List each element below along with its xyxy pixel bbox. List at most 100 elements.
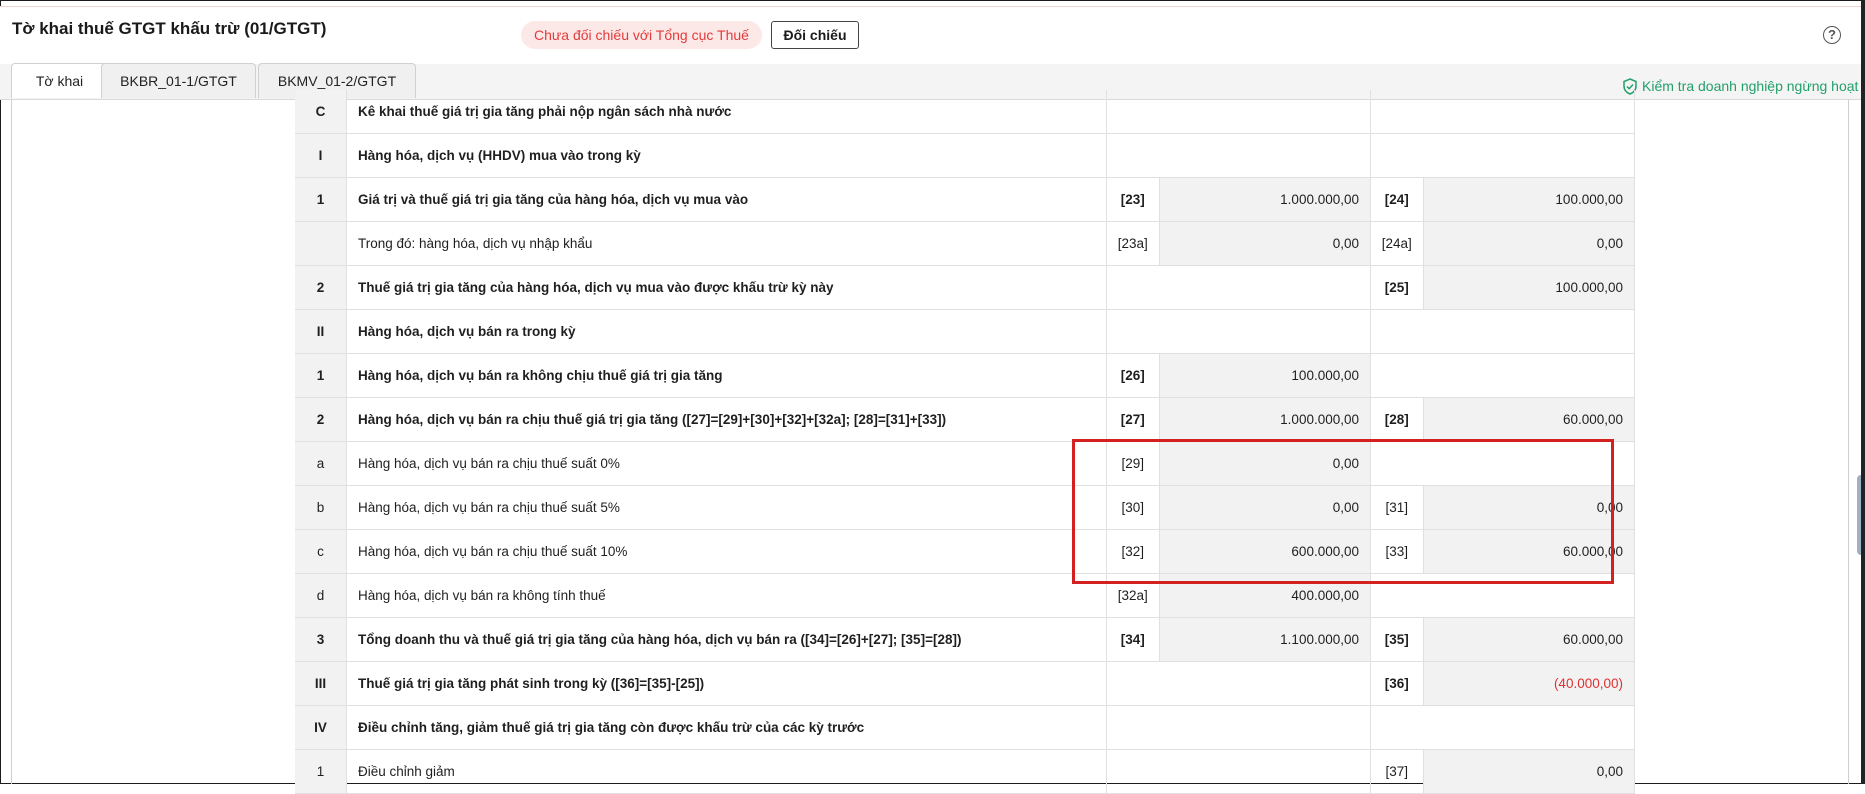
row-number: b	[295, 485, 347, 530]
row-description: Hàng hóa, dịch vụ (HHDV) mua vào trong k…	[346, 133, 1107, 178]
row-code-1: [23a]	[1106, 221, 1159, 266]
row-description: Trong đó: hàng hóa, dịch vụ nhập khẩu	[346, 221, 1107, 266]
row-number	[295, 221, 347, 266]
table-row: 2 Thuế giá trị gia tăng của hàng hóa, dịc…	[295, 265, 1635, 310]
row-code-2: [24a]	[1370, 221, 1423, 266]
row-description: Hàng hóa, dịch vụ bán ra không chịu thuế…	[346, 353, 1107, 398]
table-row: C Kê khai thuế giá trị gia tăng phải nộp …	[295, 90, 1635, 134]
row-number: 1	[295, 749, 347, 794]
row-code-2	[1370, 353, 1423, 398]
row-code-1: [27]	[1106, 397, 1159, 442]
row-description: Hàng hóa, dịch vụ bán ra chịu thuế suất …	[346, 529, 1107, 574]
row-number: 1	[295, 353, 347, 398]
row-value-2	[1423, 309, 1635, 354]
row-description: Thuế giá trị gia tăng của hàng hóa, dịch…	[346, 265, 1107, 310]
content-left-border	[11, 99, 12, 784]
row-code-1	[1106, 133, 1159, 178]
row-value-1	[1159, 705, 1371, 750]
row-value-2[interactable]: 0,00	[1422, 221, 1635, 266]
row-code-2: [36]	[1370, 661, 1423, 706]
page-title: Tờ khai thuế GTGT khấu trừ (01/GTGT)	[12, 19, 327, 38]
tab-to-khai[interactable]: Tờ khai	[11, 63, 108, 98]
row-value-1	[1159, 749, 1371, 794]
row-number: 2	[295, 397, 347, 442]
row-description: Hàng hóa, dịch vụ bán ra chịu thuế giá t…	[346, 397, 1107, 442]
row-number: C	[295, 90, 347, 134]
row-number: 3	[295, 617, 347, 662]
help-circle-icon[interactable]: ?	[1823, 26, 1841, 44]
row-code-1	[1106, 309, 1159, 354]
table-row: 2 Hàng hóa, dịch vụ bán ra chịu thuế giá …	[295, 397, 1635, 442]
row-description: Tổng doanh thu và thuế giá trị gia tăng …	[346, 617, 1107, 662]
row-value-2	[1423, 705, 1635, 750]
row-value-1	[1159, 309, 1371, 354]
row-code-1: [23]	[1106, 177, 1159, 222]
row-value-2	[1423, 90, 1635, 134]
row-code-2	[1370, 133, 1423, 178]
row-value-1[interactable]: 1.100.000,00	[1158, 617, 1371, 662]
row-code-2: [35]	[1370, 617, 1423, 662]
row-code-1: [26]	[1106, 353, 1159, 398]
row-code-2	[1370, 90, 1423, 134]
row-description: Giá trị và thuế giá trị gia tăng của hàn…	[346, 177, 1107, 222]
content-right-border	[1848, 99, 1849, 784]
status-badge: Chưa đối chiếu với Tổng cục Thuế	[521, 21, 762, 49]
row-number: IV	[295, 705, 347, 750]
row-code-2: [37]	[1370, 749, 1423, 794]
row-value-2[interactable]: 60.000,00	[1422, 397, 1635, 442]
row-value-1	[1159, 661, 1371, 706]
row-value-1	[1159, 265, 1371, 310]
row-description: Điều chỉnh giảm	[346, 749, 1107, 794]
row-value-2[interactable]: 100.000,00	[1422, 265, 1635, 310]
row-code-2	[1370, 309, 1423, 354]
table-row: 1 Điều chỉnh giảm [37] 0,00	[295, 749, 1635, 794]
row-value-2[interactable]: 0,00	[1422, 749, 1635, 794]
row-code-2: [28]	[1370, 397, 1423, 442]
row-value-1	[1159, 133, 1371, 178]
row-description: Điều chỉnh tăng, giảm thuế giá trị gia t…	[346, 705, 1107, 750]
row-description: Hàng hóa, dịch vụ bán ra không tính thuế	[346, 573, 1107, 618]
row-number: d	[295, 573, 347, 618]
row-code-1	[1106, 749, 1159, 794]
row-value-2[interactable]: 100.000,00	[1422, 177, 1635, 222]
row-number: 1	[295, 177, 347, 222]
row-value-1[interactable]: 1.000.000,00	[1158, 397, 1371, 442]
table-row: II Hàng hóa, dịch vụ bán ra trong kỳ	[295, 309, 1635, 354]
row-value-2[interactable]: 60.000,00	[1422, 617, 1635, 662]
row-value-1[interactable]: 100.000,00	[1158, 353, 1371, 398]
row-value-1[interactable]: 0,00	[1158, 221, 1371, 266]
row-number: III	[295, 661, 347, 706]
row-description: Hàng hóa, dịch vụ bán ra trong kỳ	[346, 309, 1107, 354]
row-code-1	[1106, 265, 1159, 310]
row-value-1	[1159, 90, 1371, 134]
row-number: II	[295, 309, 347, 354]
row-code-2: [24]	[1370, 177, 1423, 222]
check-business-label: Kiểm tra doanh nghiệp ngừng hoạt động	[1642, 78, 1865, 94]
tab-bkbr[interactable]: BKBR_01-1/GTGT	[101, 63, 256, 98]
row-code-2	[1370, 705, 1423, 750]
table-row: 1 Hàng hóa, dịch vụ bán ra không chịu thu…	[295, 353, 1635, 398]
table-row: 1 Giá trị và thuế giá trị gia tăng của hà…	[295, 177, 1635, 222]
compare-button[interactable]: Đối chiếu	[771, 21, 859, 49]
row-description: Kê khai thuế giá trị gia tăng phải nộp n…	[346, 90, 1107, 134]
row-description: Hàng hóa, dịch vụ bán ra chịu thuế suất …	[346, 485, 1107, 530]
row-value-2	[1423, 353, 1635, 398]
row-code-2: [25]	[1370, 265, 1423, 310]
row-number: c	[295, 529, 347, 574]
row-number: a	[295, 441, 347, 486]
table-row: Trong đó: hàng hóa, dịch vụ nhập khẩu [23…	[295, 221, 1635, 266]
row-code-1	[1106, 705, 1159, 750]
row-number: 2	[295, 265, 347, 310]
table-row: I Hàng hóa, dịch vụ (HHDV) mua vào trong …	[295, 133, 1635, 178]
row-value-2[interactable]: (40.000,00)	[1422, 661, 1635, 706]
row-value-2	[1423, 133, 1635, 178]
table-row: 3 Tổng doanh thu và thuế giá trị gia tăng…	[295, 617, 1635, 662]
row-code-1	[1106, 90, 1159, 134]
row-code-1: [34]	[1106, 617, 1159, 662]
table-row: IV Điều chỉnh tăng, giảm thuế giá trị gia…	[295, 705, 1635, 750]
row-number: I	[295, 133, 347, 178]
row-value-1[interactable]: 1.000.000,00	[1158, 177, 1371, 222]
row-description: Thuế giá trị gia tăng phát sinh trong kỳ…	[346, 661, 1107, 706]
row-description: Hàng hóa, dịch vụ bán ra chịu thuế suất …	[346, 441, 1107, 486]
window-frame-right	[1861, 0, 1865, 784]
